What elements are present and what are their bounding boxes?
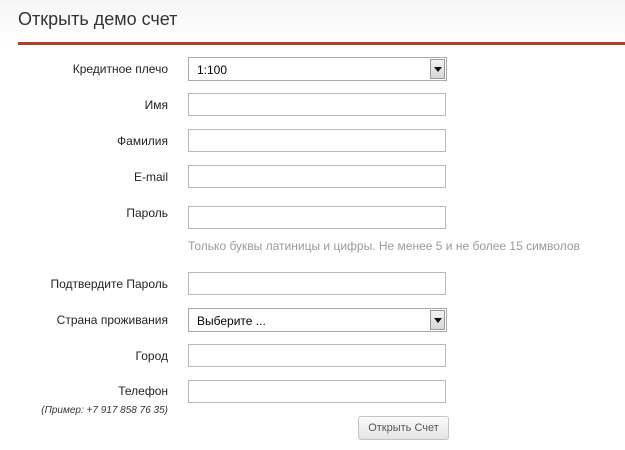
email-label: E-mail <box>133 170 168 184</box>
phone-input[interactable] <box>188 380 446 403</box>
country-dropdown-button[interactable] <box>430 310 445 330</box>
leverage-select-value: 1:100 <box>197 63 228 77</box>
password-hint: Только буквы латиницы и цифры. Не менее … <box>188 239 580 253</box>
last-name-label: Фамилия <box>117 134 168 148</box>
city-label: Город <box>135 349 168 363</box>
title-divider <box>18 42 625 45</box>
country-select-value: Выберите ... <box>197 314 266 328</box>
leverage-label: Кредитное плечо <box>72 62 168 76</box>
phone-label: Телефон <box>118 384 168 398</box>
leverage-dropdown-button[interactable] <box>430 59 445 79</box>
chevron-down-icon <box>434 67 442 72</box>
phone-example: (Пример: +7 917 858 76 35) <box>41 405 168 416</box>
page-title: Открыть демо счет <box>18 9 178 29</box>
country-select[interactable]: Выберите ... <box>188 308 447 332</box>
password-input[interactable] <box>188 206 446 229</box>
last-name-input[interactable] <box>188 129 446 152</box>
email-input[interactable] <box>188 165 446 188</box>
first-name-label: Имя <box>144 98 168 112</box>
country-label: Страна проживания <box>56 313 168 327</box>
password-label: Пароль <box>126 206 168 220</box>
chevron-down-icon <box>434 318 442 323</box>
leverage-select[interactable]: 1:100 <box>188 57 447 81</box>
open-account-button[interactable]: Открыть Счет <box>358 416 449 440</box>
city-input[interactable] <box>188 344 446 367</box>
confirm-password-label: Подтвердите Пароль <box>50 277 168 291</box>
confirm-password-input[interactable] <box>188 272 446 295</box>
first-name-input[interactable] <box>188 93 446 116</box>
